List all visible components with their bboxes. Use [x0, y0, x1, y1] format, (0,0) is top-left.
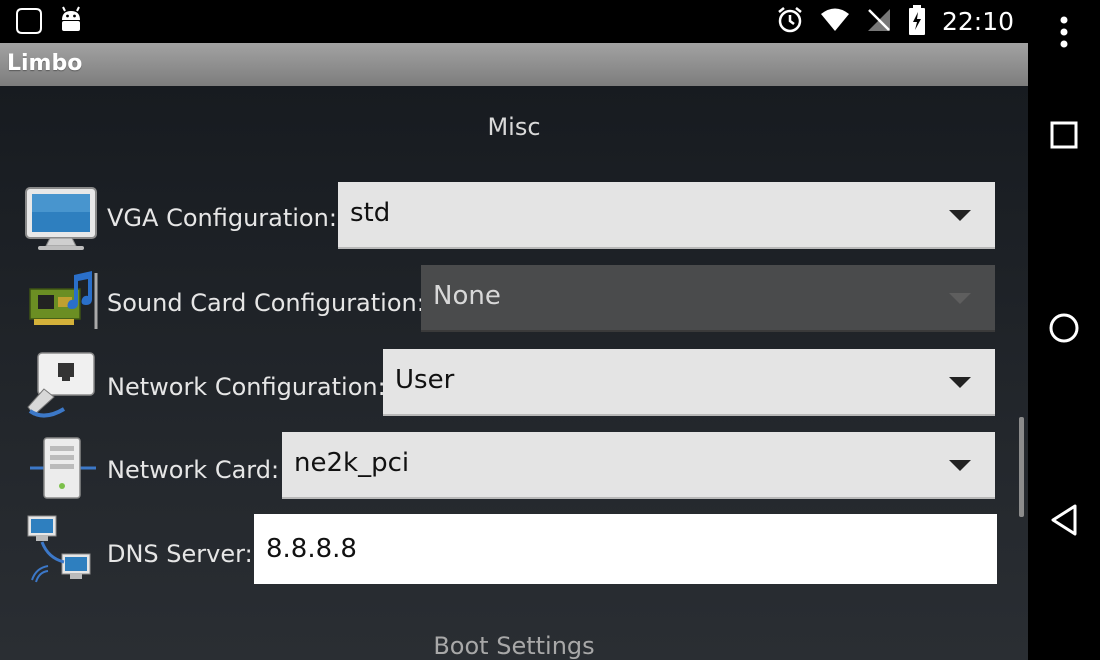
vga-configuration-dropdown[interactable]: std — [338, 182, 995, 249]
network-card-value: ne2k_pci — [294, 448, 410, 478]
section-title-boot-settings: Boot Settings — [433, 632, 595, 660]
sound-card-icon — [28, 269, 100, 339]
network-card-row: Network Card: ne2k_pci — [0, 432, 1028, 502]
recents-icon — [1049, 120, 1079, 154]
status-bar: 22:10 — [0, 0, 1028, 43]
section-title-misc: Misc — [487, 113, 541, 141]
android-debug-icon — [58, 6, 84, 40]
dropdown-arrow-icon — [949, 377, 971, 388]
dropdown-arrow-icon — [949, 460, 971, 471]
wifi-icon — [820, 7, 850, 37]
home-button[interactable] — [1028, 300, 1100, 360]
server-tower-icon — [30, 434, 96, 506]
network-configuration-dropdown[interactable]: User — [383, 349, 995, 416]
vga-configuration-row: VGA Configuration: std — [0, 182, 1028, 252]
navigation-bar — [1028, 0, 1100, 660]
settings-content[interactable]: Misc VGA Configuration: std Sound Card C… — [0, 86, 1028, 660]
network-configuration-value: User — [395, 365, 455, 395]
network-configuration-row: Network Configuration: User — [0, 349, 1028, 419]
network-configuration-label: Network Configuration: — [107, 373, 386, 401]
dropdown-arrow-icon — [949, 293, 971, 304]
notification-bubble-icon — [14, 6, 44, 40]
alarm-icon — [776, 6, 804, 38]
status-clock: 22:10 — [941, 7, 1014, 36]
sound-card-configuration-value: None — [433, 281, 501, 311]
recents-button[interactable] — [1028, 107, 1100, 167]
back-button[interactable] — [1028, 492, 1100, 552]
dropdown-arrow-icon — [949, 210, 971, 221]
overflow-menu-button[interactable] — [1028, 4, 1100, 64]
dns-server-row: DNS Server: — [0, 514, 1028, 586]
network-card-dropdown[interactable]: ne2k_pci — [282, 432, 995, 499]
scrollbar[interactable] — [1019, 417, 1024, 517]
home-icon — [1047, 311, 1081, 349]
network-card-label: Network Card: — [107, 456, 280, 484]
sound-card-configuration-label: Sound Card Configuration: — [107, 289, 425, 317]
dns-server-field[interactable] — [254, 514, 997, 584]
dns-server-label: DNS Server: — [107, 540, 253, 568]
back-icon — [1049, 503, 1079, 541]
network-port-icon — [24, 351, 98, 427]
vga-configuration-value: std — [350, 198, 391, 228]
dns-server-input[interactable] — [266, 526, 966, 572]
overflow-menu-icon — [1059, 15, 1069, 53]
battery-charging-icon — [908, 5, 926, 39]
sound-card-configuration-row: Sound Card Configuration: None — [0, 265, 1028, 335]
app-title-bar: Limbo — [0, 43, 1028, 86]
sound-card-configuration-dropdown: None — [421, 265, 995, 332]
networked-computers-icon — [26, 514, 94, 590]
app-title: Limbo — [7, 51, 83, 76]
vga-configuration-label: VGA Configuration: — [107, 204, 337, 232]
monitor-icon — [24, 186, 98, 256]
no-signal-icon — [866, 7, 892, 37]
